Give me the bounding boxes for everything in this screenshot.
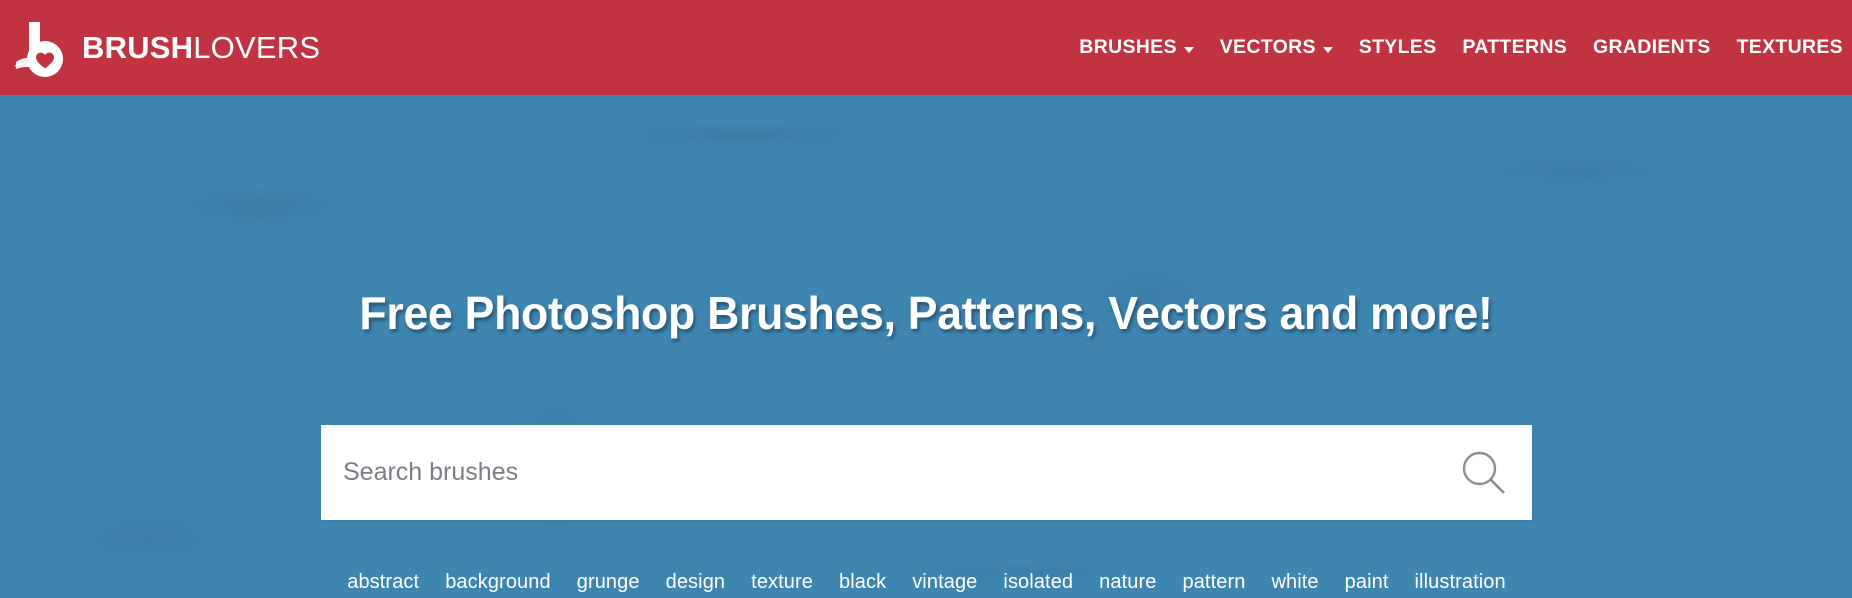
search-button[interactable] <box>1436 426 1532 519</box>
tag-link[interactable]: vintage <box>899 562 990 598</box>
nav-item-gradients[interactable]: GRADIENTS <box>1580 0 1724 95</box>
brand-wordmark-bold: BRUSH <box>82 30 194 65</box>
tag-link[interactable]: grunge <box>564 562 653 598</box>
tag-link[interactable]: background <box>432 562 564 598</box>
search-input[interactable] <box>321 426 1436 519</box>
tag-link[interactable]: nature <box>1086 562 1169 598</box>
nav-label-textures: TEXTURES <box>1736 36 1843 58</box>
nav-label-brushes: BRUSHES <box>1079 36 1177 58</box>
main-navigation: BRUSHES VECTORS STYLES PATTERNS GRADIENT… <box>1066 0 1852 95</box>
page-title: Free Photoshop Brushes, Patterns, Vector… <box>359 287 1493 339</box>
tag-link[interactable]: abstract <box>334 562 432 598</box>
tag-link[interactable]: black <box>826 562 899 598</box>
brand-wordmark-light: LOVERS <box>193 30 321 65</box>
tag-row: abstract background grunge design textur… <box>321 562 1532 598</box>
nav-item-styles[interactable]: STYLES <box>1346 0 1450 95</box>
brand-logo-link[interactable]: BRUSHLOVERS <box>14 0 320 95</box>
tag-link[interactable]: isolated <box>990 562 1086 598</box>
brushlovers-b-heart-logo-icon <box>14 17 70 79</box>
tag-link[interactable]: illustration <box>1402 562 1519 598</box>
search-icon <box>1457 446 1511 500</box>
nav-item-vectors[interactable]: VECTORS <box>1207 0 1346 95</box>
brand-wordmark: BRUSHLOVERS <box>82 32 320 63</box>
nav-item-textures[interactable]: TEXTURES <box>1724 0 1852 95</box>
nav-label-gradients: GRADIENTS <box>1593 36 1711 58</box>
popular-tags: abstract background grunge design textur… <box>321 562 1532 598</box>
nav-item-patterns[interactable]: PATTERNS <box>1449 0 1580 95</box>
hero-banner: Free Photoshop Brushes, Patterns, Vector… <box>0 95 1852 598</box>
tag-link[interactable]: pattern <box>1169 562 1258 598</box>
chevron-down-icon <box>1322 46 1333 53</box>
chevron-down-icon <box>1183 46 1194 53</box>
nav-label-styles: STYLES <box>1358 36 1437 58</box>
tag-link[interactable]: white <box>1258 562 1331 598</box>
tag-link[interactable]: paint <box>1332 562 1402 598</box>
search-bar <box>321 425 1532 520</box>
nav-label-vectors: VECTORS <box>1219 36 1316 58</box>
nav-item-brushes[interactable]: BRUSHES <box>1066 0 1206 95</box>
tag-link[interactable]: design <box>653 562 739 598</box>
site-header: BRUSHLOVERS BRUSHES VECTORS STYLES PATTE… <box>0 0 1852 95</box>
nav-label-patterns: PATTERNS <box>1462 36 1568 58</box>
tag-link[interactable]: texture <box>738 562 826 598</box>
